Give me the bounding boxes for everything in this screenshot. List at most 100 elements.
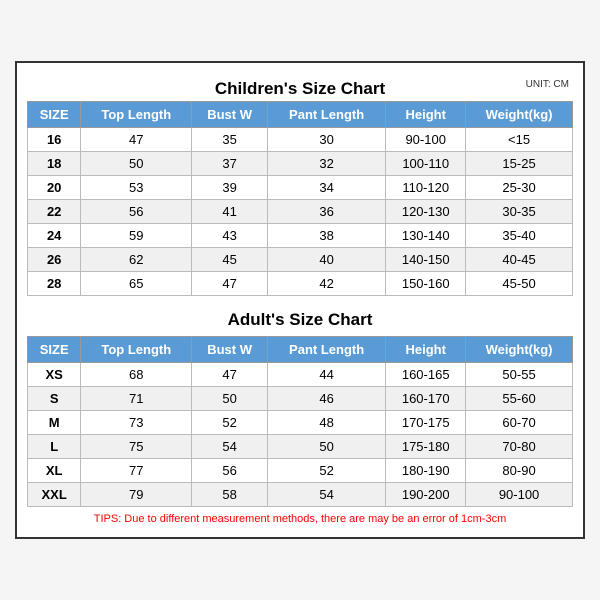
table-row: 18503732100-11015-25: [28, 152, 573, 176]
table-cell: 47: [192, 363, 268, 387]
table-cell: <15: [466, 128, 573, 152]
children-header-row: SIZE Top Length Bust W Pant Length Heigh…: [28, 102, 573, 128]
table-cell: 65: [81, 272, 192, 296]
table-cell: 175-180: [386, 435, 466, 459]
table-cell: 59: [81, 224, 192, 248]
table-cell: 45: [192, 248, 268, 272]
table-cell: 90-100: [386, 128, 466, 152]
table-cell: 20: [28, 176, 81, 200]
children-section-title: Children's Size Chart UNIT: CM: [27, 73, 573, 101]
table-cell: 60-70: [466, 411, 573, 435]
table-cell: 24: [28, 224, 81, 248]
adult-col-bust-w: Bust W: [192, 337, 268, 363]
children-col-pant-length: Pant Length: [267, 102, 385, 128]
table-row: 26624540140-15040-45: [28, 248, 573, 272]
table-cell: 52: [192, 411, 268, 435]
table-cell: 62: [81, 248, 192, 272]
table-cell: 38: [267, 224, 385, 248]
table-row: M735248170-17560-70: [28, 411, 573, 435]
table-cell: 73: [81, 411, 192, 435]
table-cell: 150-160: [386, 272, 466, 296]
table-cell: 140-150: [386, 248, 466, 272]
table-cell: 44: [267, 363, 385, 387]
table-row: XL775652180-19080-90: [28, 459, 573, 483]
table-cell: 120-130: [386, 200, 466, 224]
table-cell: 35: [192, 128, 268, 152]
table-cell: XXL: [28, 483, 81, 507]
table-cell: 43: [192, 224, 268, 248]
children-col-size: SIZE: [28, 102, 81, 128]
table-cell: 35-40: [466, 224, 573, 248]
table-cell: 50: [267, 435, 385, 459]
children-col-bust-w: Bust W: [192, 102, 268, 128]
table-cell: 50-55: [466, 363, 573, 387]
table-cell: 47: [192, 272, 268, 296]
table-cell: 77: [81, 459, 192, 483]
table-cell: 110-120: [386, 176, 466, 200]
table-cell: 45-50: [466, 272, 573, 296]
table-cell: XS: [28, 363, 81, 387]
table-cell: 55-60: [466, 387, 573, 411]
table-row: XS684744160-16550-55: [28, 363, 573, 387]
adult-col-size: SIZE: [28, 337, 81, 363]
adult-col-top-length: Top Length: [81, 337, 192, 363]
children-table: SIZE Top Length Bust W Pant Length Heigh…: [27, 101, 573, 296]
adult-title-text: Adult's Size Chart: [228, 310, 373, 329]
table-cell: 41: [192, 200, 268, 224]
children-col-height: Height: [386, 102, 466, 128]
table-cell: 70-80: [466, 435, 573, 459]
table-cell: 58: [192, 483, 268, 507]
adult-header-row: SIZE Top Length Bust W Pant Length Heigh…: [28, 337, 573, 363]
adult-section-title: Adult's Size Chart: [27, 304, 573, 332]
children-col-top-length: Top Length: [81, 102, 192, 128]
table-row: 22564136120-13030-35: [28, 200, 573, 224]
table-row: L755450175-18070-80: [28, 435, 573, 459]
table-cell: 170-175: [386, 411, 466, 435]
table-cell: 160-170: [386, 387, 466, 411]
table-cell: 50: [192, 387, 268, 411]
table-cell: 71: [81, 387, 192, 411]
table-row: 1647353090-100<15: [28, 128, 573, 152]
table-cell: 42: [267, 272, 385, 296]
table-cell: 15-25: [466, 152, 573, 176]
table-cell: 22: [28, 200, 81, 224]
table-cell: 25-30: [466, 176, 573, 200]
adult-col-pant-length: Pant Length: [267, 337, 385, 363]
table-cell: 36: [267, 200, 385, 224]
children-unit-label: UNIT: CM: [526, 79, 569, 90]
table-row: 24594338130-14035-40: [28, 224, 573, 248]
table-cell: 47: [81, 128, 192, 152]
table-cell: 52: [267, 459, 385, 483]
table-cell: 37: [192, 152, 268, 176]
table-cell: 30-35: [466, 200, 573, 224]
table-cell: 46: [267, 387, 385, 411]
table-cell: M: [28, 411, 81, 435]
table-cell: 32: [267, 152, 385, 176]
table-cell: 40: [267, 248, 385, 272]
table-cell: 56: [192, 459, 268, 483]
table-cell: 130-140: [386, 224, 466, 248]
table-cell: 40-45: [466, 248, 573, 272]
adult-col-height: Height: [386, 337, 466, 363]
table-cell: 79: [81, 483, 192, 507]
table-cell: 18: [28, 152, 81, 176]
table-cell: 180-190: [386, 459, 466, 483]
table-cell: 54: [267, 483, 385, 507]
table-row: 28654742150-16045-50: [28, 272, 573, 296]
tips-text: TIPS: Due to different measurement metho…: [27, 513, 573, 527]
table-row: S715046160-17055-60: [28, 387, 573, 411]
table-cell: 34: [267, 176, 385, 200]
table-cell: 28: [28, 272, 81, 296]
table-cell: 39: [192, 176, 268, 200]
chart-container: Children's Size Chart UNIT: CM SIZE Top …: [15, 61, 585, 539]
table-row: XXL795854190-20090-100: [28, 483, 573, 507]
table-cell: 90-100: [466, 483, 573, 507]
adult-col-weight: Weight(kg): [466, 337, 573, 363]
table-cell: 26: [28, 248, 81, 272]
table-cell: 100-110: [386, 152, 466, 176]
table-cell: 56: [81, 200, 192, 224]
adult-table: SIZE Top Length Bust W Pant Length Heigh…: [27, 336, 573, 507]
table-cell: XL: [28, 459, 81, 483]
table-cell: 16: [28, 128, 81, 152]
table-row: 20533934110-12025-30: [28, 176, 573, 200]
